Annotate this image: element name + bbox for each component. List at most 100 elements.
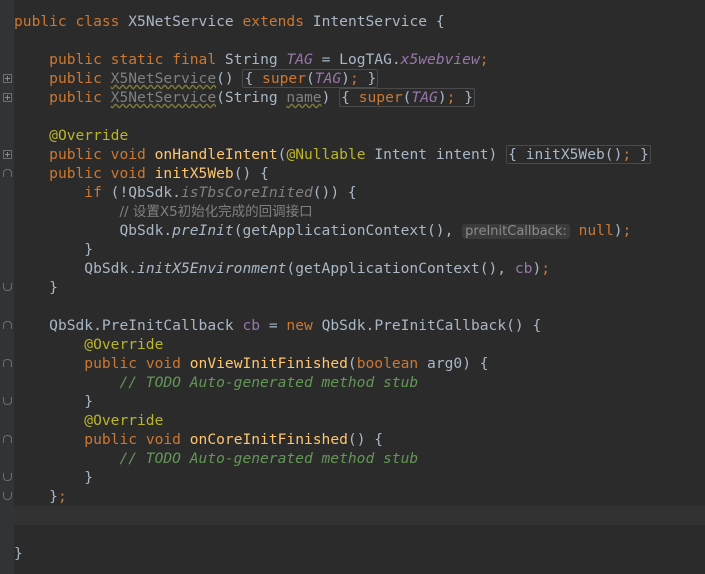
keyword: extends [242,13,304,30]
constant-name: TAG [411,89,438,106]
constructor-name: X5NetService [110,70,217,87]
type-name: Intent [374,146,428,163]
fold-expand-icon[interactable] [3,74,12,83]
class-name: LogTAG [339,51,392,68]
annotation: @Override [49,127,129,144]
keyword: super [262,70,306,87]
class-name: QbSdk [321,317,366,334]
keyword: public [49,70,102,87]
class-name: QbSdk [128,184,173,201]
constant-name: TAG [286,51,313,68]
code-line[interactable]: QbSdk.PreInitCallback cb = new QbSdk.Pre… [14,316,705,335]
code-line[interactable]: @Override [14,126,705,145]
class-name: PreInitCallback [101,317,234,334]
folded-region[interactable]: { initX5Web(); } [506,145,651,164]
parameter-name: name [286,89,322,106]
code-line[interactable]: @Override [14,335,705,354]
keyword: void [145,431,181,448]
code-line[interactable]: @Override [14,411,705,430]
folded-region[interactable]: { super(TAG); } [339,88,475,107]
code-line[interactable]: } [14,392,705,411]
code-comment: // 设置X5初始化完成的回调接口 [119,204,313,220]
folded-region[interactable]: { super(TAG); } [242,69,379,88]
todo-comment: // TODO Auto-generated method stub [119,374,419,391]
keyword: public [49,51,102,68]
fold-collapse-icon[interactable] [3,169,12,177]
code-line[interactable]: if (!QbSdk.isTbsCoreInited()) { [14,183,705,202]
current-line[interactable] [14,506,705,525]
keyword: boolean [356,355,419,372]
constant-name: TAG [314,70,342,87]
method-name: onViewInitFinished [189,355,348,372]
static-field: x5webview [400,51,480,68]
fold-collapse-icon[interactable] [3,435,12,443]
method-name: onCoreInitFinished [189,431,348,448]
fold-expand-icon[interactable] [3,150,12,159]
code-line[interactable]: public static final String TAG = LogTAG.… [14,50,705,69]
code-line[interactable]: public class X5NetService extends Intent… [14,12,705,31]
code-line[interactable]: } [14,240,705,259]
code-line[interactable]: public void onHandleIntent(@Nullable Int… [14,145,705,164]
parameter-name: intent [435,146,489,163]
keyword: public [49,89,102,106]
todo-comment: // TODO Auto-generated method stub [119,450,419,467]
keyword: null [578,222,614,239]
fold-end-icon[interactable] [3,473,12,481]
code-line[interactable]: public void onViewInitFinished(boolean a… [14,354,705,373]
code-line[interactable]: }; [14,487,705,506]
keyword: if [84,184,102,201]
class-name: QbSdk [49,317,94,334]
parameter-name: arg0 [427,355,463,372]
code-line[interactable]: } [14,468,705,487]
keyword: public [14,13,67,30]
code-line[interactable]: public void initX5Web() { [14,164,705,183]
keyword: void [110,146,146,163]
fold-collapse-icon[interactable] [3,321,12,329]
class-name: X5NetService [128,13,234,30]
parameter-hint: preInitCallback: [462,224,570,239]
constructor-name: X5NetService [110,89,217,106]
keyword: final [172,51,217,68]
keyword: void [145,355,181,372]
class-name: QbSdk [84,260,129,277]
fold-end-icon[interactable] [3,397,12,405]
code-line[interactable]: QbSdk.preInit(getApplicationContext(), p… [14,221,705,240]
code-line[interactable]: } [14,544,705,563]
static-method-call: initX5Environment [137,260,287,277]
keyword: public [84,355,138,372]
code-line[interactable]: // TODO Auto-generated method stub [14,449,705,468]
keyword: super [358,89,403,106]
field-name: cb [514,260,533,277]
code-line[interactable]: QbSdk.initX5Environment(getApplicationCo… [14,259,705,278]
type-name: String [224,51,278,68]
fold-expand-icon[interactable] [3,93,12,102]
fold-collapse-icon[interactable] [3,359,12,367]
annotation: @Override [84,412,164,429]
keyword: void [110,165,146,182]
keyword: public [49,146,102,163]
method-name: initX5Web [154,165,234,182]
code-line[interactable]: public void onCoreInitFinished() { [14,430,705,449]
code-line[interactable]: public X5NetService(String name) { super… [14,88,705,107]
code-line[interactable]: public X5NetService() { super(TAG); } [14,69,705,88]
keyword: class [75,13,120,30]
fold-end-icon[interactable] [3,283,12,291]
class-name: IntentService [312,13,428,30]
method-name: onHandleIntent [154,146,278,163]
field-name: cb [242,317,261,334]
code-line[interactable]: // TODO Auto-generated method stub [14,373,705,392]
class-name: PreInitCallback [374,317,507,334]
code-line[interactable]: // 设置X5初始化完成的回调接口 [14,202,705,221]
static-method-call: preInit [172,222,234,239]
keyword: static [110,51,164,68]
static-method-call: isTbsCoreInited [180,184,313,201]
code-line[interactable]: } [14,278,705,297]
annotation: @Override [84,336,164,353]
class-name: QbSdk [119,222,164,239]
annotation: @Nullable [286,146,366,163]
method-call: getApplicationContext [295,260,480,277]
keyword: public [49,165,102,182]
type-name: String [224,89,278,106]
method-call: initX5Web [525,146,605,163]
fold-end-icon[interactable] [3,492,12,500]
